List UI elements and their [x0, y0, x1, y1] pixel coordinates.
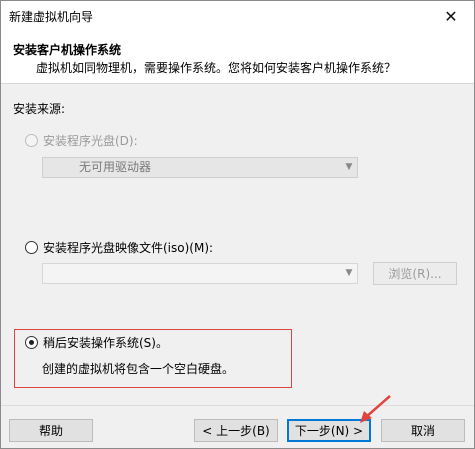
radio-later-label: 稍后安装操作系统(S)。 — [43, 336, 168, 350]
chevron-down-icon[interactable]: ▼ — [341, 158, 357, 177]
footer-divider — [1, 405, 474, 406]
radio-disc-indicator[interactable] — [25, 134, 38, 147]
radio-iso-label: 安装程序光盘映像文件(iso)(M): — [43, 241, 214, 255]
radio-iso-indicator[interactable] — [25, 241, 38, 254]
iso-path-input[interactable]: ▼ — [42, 263, 358, 284]
browse-button[interactable]: 浏览(R)... — [373, 262, 457, 285]
help-button[interactable]: 帮助 — [9, 419, 93, 442]
radio-later-indicator[interactable] — [25, 336, 38, 349]
disc-drive-value: 无可用驱动器 — [79, 160, 152, 174]
radio-install-iso[interactable]: 安装程序光盘映像文件(iso)(M): — [25, 239, 213, 256]
annotation-arrow-icon — [360, 395, 391, 423]
close-icon[interactable]: ✕ — [428, 1, 474, 32]
title-bar: 新建虚拟机向导 ✕ — [1, 1, 474, 32]
radio-install-later[interactable]: 稍后安装操作系统(S)。 — [25, 334, 168, 351]
install-source-label: 安装来源: — [13, 102, 66, 116]
wizard-window: 新建虚拟机向导 ✕ 安装客户机操作系统 虚拟机如同物理机，需要操作系统。您将如何… — [0, 0, 475, 449]
later-description: 创建的虚拟机将包含一个空白硬盘。 — [42, 362, 235, 376]
radio-install-disc[interactable]: 安装程序光盘(D): — [25, 132, 138, 149]
page-description: 虚拟机如同物理机，需要操作系统。您将如何安装客户机操作系统？ — [36, 61, 397, 75]
window-title: 新建虚拟机向导 — [9, 10, 94, 24]
back-button[interactable]: < 上一步(B) — [194, 419, 278, 442]
disc-drive-select[interactable]: 无可用驱动器 ▼ — [42, 157, 358, 178]
radio-disc-label: 安装程序光盘(D): — [43, 134, 138, 148]
wizard-header: 安装客户机操作系统 虚拟机如同物理机，需要操作系统。您将如何安装客户机操作系统？ — [1, 32, 474, 84]
chevron-down-icon[interactable]: ▼ — [341, 264, 357, 283]
page-title: 安装客户机操作系统 — [13, 43, 122, 57]
